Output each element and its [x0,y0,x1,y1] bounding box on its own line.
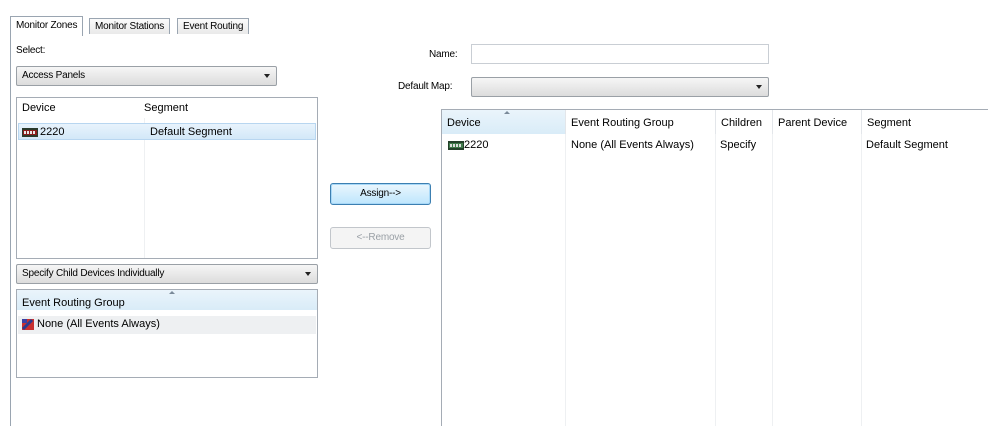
event-group-name: None (All Events Always) [37,318,160,330]
list-item[interactable]: None (All Events Always) [18,316,316,334]
column-header-event-routing-group[interactable]: Event Routing Group [565,110,715,134]
segment-cell: Default Segment [150,126,232,138]
panel-icon [448,141,464,150]
chevron-down-icon[interactable] [305,272,311,276]
segment-cell: Default Segment [866,139,948,151]
chevron-down-icon[interactable] [264,74,270,78]
column-divider [715,134,716,426]
column-divider [565,134,566,426]
event-routing-group-list[interactable]: Event Routing Group None (All Events Alw… [16,289,318,378]
event-group-icon [21,318,34,331]
column-header-device[interactable]: Device [442,110,565,134]
panel-icon [22,128,38,137]
column-header-event-routing-group[interactable]: Event Routing Group [17,290,317,310]
child-devices-mode-value: Specify Child Devices Individually [22,268,165,279]
list-header: Device Event Routing Group Children Pare… [442,110,988,134]
remove-button[interactable]: <--Remove [330,227,431,249]
default-map-select[interactable] [471,77,769,97]
list-header: Device Segment [17,98,317,118]
tab-strip: Monitor Zones Monitor Stations Event Rou… [10,16,988,36]
column-divider [861,134,862,426]
child-devices-mode-select[interactable]: Specify Child Devices Individually [16,264,318,284]
column-header-parent-device[interactable]: Parent Device [772,110,861,134]
table-row[interactable]: 2220 Default Segment [18,123,316,140]
event-routing-group-cell: None (All Events Always) [571,139,694,151]
column-header-label: Device [447,117,481,129]
assigned-devices-list[interactable]: Device Event Routing Group Children Pare… [441,109,988,426]
device-type-select[interactable]: Access Panels [16,66,277,86]
column-header-device[interactable]: Device [17,98,139,118]
default-map-label: Default Map: [398,81,453,92]
list-header: Event Routing Group [17,290,317,310]
assign-button[interactable]: Assign--> [330,183,431,205]
column-header-segment[interactable]: Segment [861,110,988,134]
select-label: Select: [16,45,46,56]
tab-monitor-stations[interactable]: Monitor Stations [89,18,171,35]
column-header-children[interactable]: Children [715,110,772,134]
children-cell[interactable]: Specify [720,139,756,151]
available-devices-list[interactable]: Device Segment 2220 Default Segment [16,97,318,259]
device-type-value: Access Panels [22,70,85,81]
tab-event-routing[interactable]: Event Routing [177,18,250,35]
sort-ascending-icon [504,111,510,114]
device-cell: 2220 [40,126,65,138]
name-label: Name: [429,49,458,60]
column-header-segment[interactable]: Segment [139,98,317,118]
sort-ascending-icon [169,291,175,294]
device-cell: 2220 [464,139,489,151]
column-header-label: Event Routing Group [22,297,125,309]
chevron-down-icon[interactable] [756,85,762,89]
column-divider [772,134,773,426]
name-field[interactable] [471,44,769,64]
tab-monitor-zones[interactable]: Monitor Zones [10,16,84,36]
table-row[interactable]: 2220 None (All Events Always) Specify De… [443,137,987,155]
